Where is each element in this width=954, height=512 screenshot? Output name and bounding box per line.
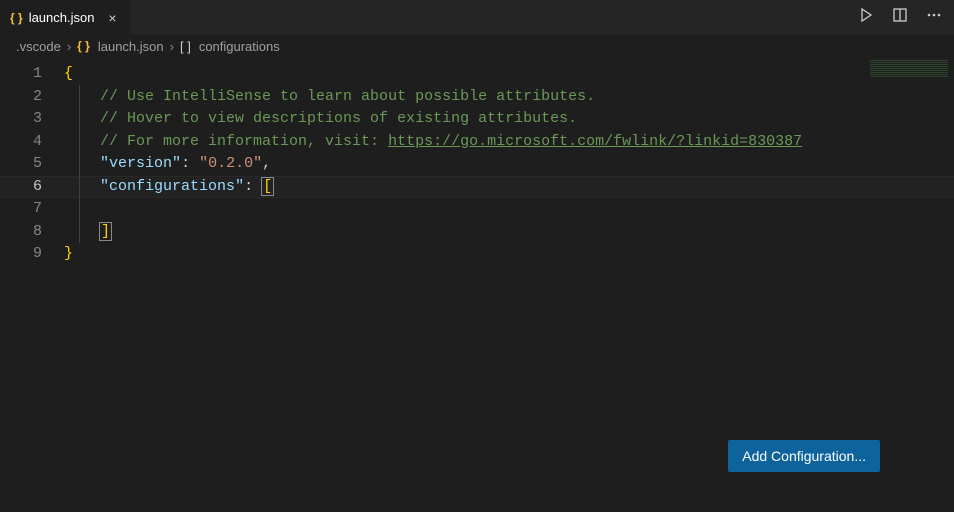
close-icon[interactable]: × — [104, 10, 120, 26]
line-number: 5 — [0, 153, 42, 176]
json-file-icon: { } — [77, 39, 90, 53]
tab-launch-json[interactable]: { } launch.json × — [0, 0, 130, 35]
editor-actions — [858, 7, 954, 28]
scrollbar[interactable] — [940, 57, 954, 490]
code-line: // Use IntelliSense to learn about possi… — [64, 86, 954, 109]
line-number: 9 — [0, 243, 42, 266]
split-editor-icon[interactable] — [892, 7, 908, 28]
code-line: } — [64, 243, 954, 266]
line-number: 1 — [0, 63, 42, 86]
chevron-right-icon: › — [170, 39, 174, 54]
code-line: "version": "0.2.0", — [64, 153, 954, 176]
code-line: "configurations": [ — [64, 176, 954, 199]
line-number: 2 — [0, 86, 42, 109]
code-line: { — [64, 63, 954, 86]
line-number: 3 — [0, 108, 42, 131]
code-line — [64, 198, 954, 221]
breadcrumb-folder[interactable]: .vscode — [16, 39, 61, 54]
breadcrumb-file[interactable]: launch.json — [98, 39, 164, 54]
code-line: // For more information, visit: https://… — [64, 131, 954, 154]
breadcrumb-symbol[interactable]: configurations — [199, 39, 280, 54]
code-line: // Hover to view descriptions of existin… — [64, 108, 954, 131]
array-icon: [ ] — [180, 39, 191, 54]
line-number: 4 — [0, 131, 42, 154]
tabs-container: { } launch.json × — [0, 0, 130, 35]
chevron-right-icon: › — [67, 39, 71, 54]
run-icon[interactable] — [858, 7, 874, 28]
add-configuration-button[interactable]: Add Configuration... — [728, 440, 880, 472]
status-area — [0, 492, 954, 512]
line-number: 8 — [0, 221, 42, 244]
breadcrumb[interactable]: .vscode › { } launch.json › [ ] configur… — [0, 35, 954, 57]
more-actions-icon[interactable] — [926, 7, 942, 28]
code-line: ] — [64, 221, 954, 244]
json-file-icon: { } — [10, 11, 23, 25]
minimap[interactable] — [870, 60, 948, 78]
line-number: 7 — [0, 198, 42, 221]
line-numbers: 1 2 3 4 5 6 7 8 9 — [0, 57, 64, 512]
tab-bar: { } launch.json × — [0, 0, 954, 35]
tab-filename: launch.json — [29, 10, 95, 25]
